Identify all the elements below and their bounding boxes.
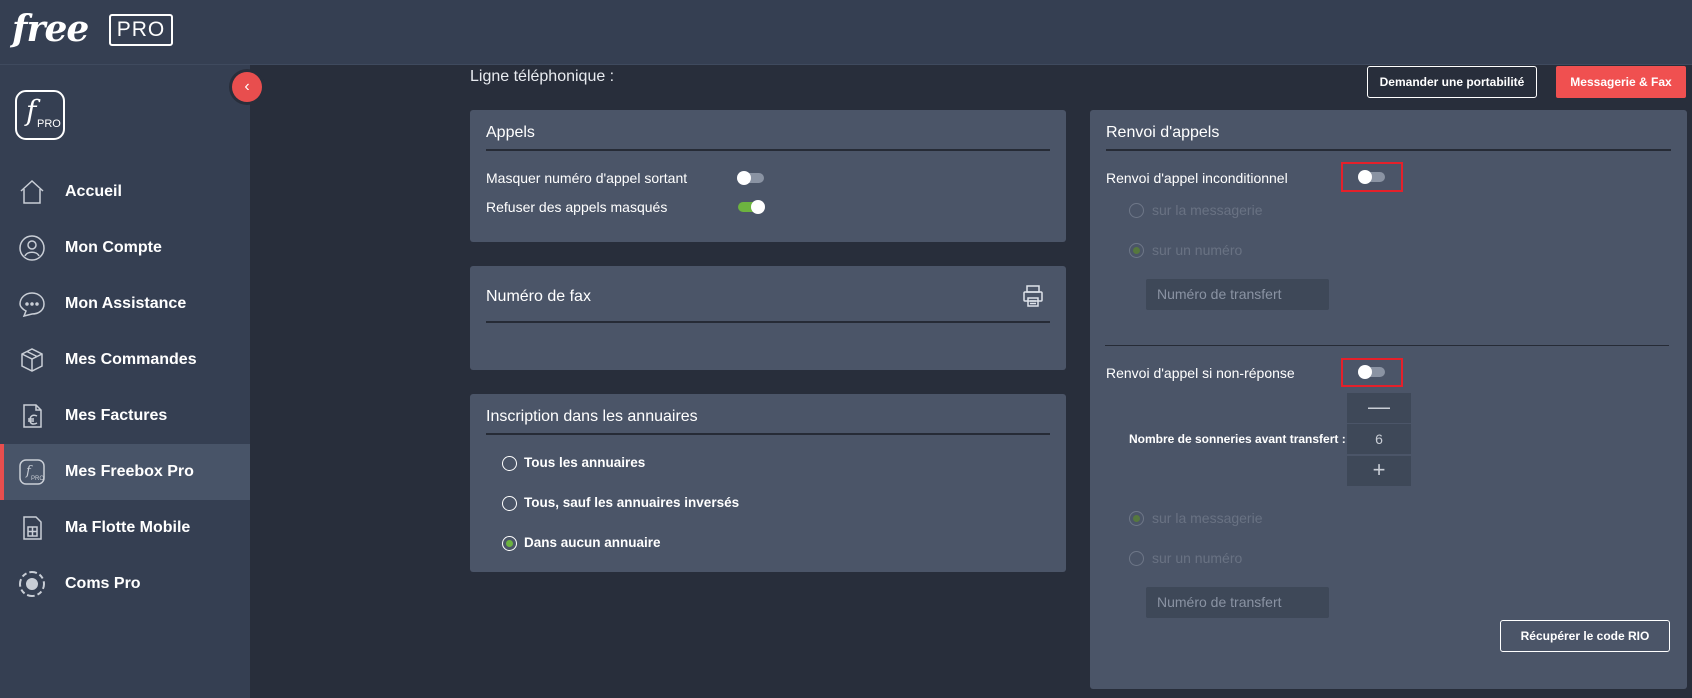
non-reponse-radio-numero[interactable] xyxy=(1129,551,1144,566)
toggle-knob xyxy=(737,171,751,185)
radio-label: sur un numéro xyxy=(1152,242,1243,258)
radio-label: sur la messagerie xyxy=(1152,510,1263,526)
sonneries-increment-button[interactable]: + xyxy=(1347,456,1411,486)
toggle-knob xyxy=(751,200,765,214)
inconditionnel-radio-messagerie[interactable] xyxy=(1129,203,1144,218)
free-logo[interactable]: free xyxy=(12,8,89,50)
inconditionnel-radio-numero[interactable] xyxy=(1129,243,1144,258)
sim-card-icon xyxy=(23,516,42,540)
card-divider xyxy=(1106,149,1671,151)
card-divider xyxy=(486,149,1050,151)
card-title: Inscription dans les annuaires xyxy=(486,408,698,425)
sidebar-item-label: Accueil xyxy=(65,183,122,200)
sidebar: f PRO Accueil Mon Compte Mon Assistance … xyxy=(0,65,250,698)
sonneries-label: Nombre de sonneries avant transfert : xyxy=(1129,432,1346,446)
sidebar-item-label: Mes Factures xyxy=(65,407,168,424)
freebox-pro-logo: f PRO xyxy=(15,90,65,140)
invoice-euro-icon xyxy=(23,404,42,428)
card-title: Appels xyxy=(486,124,535,141)
non-reponse-label: Renvoi d'appel si non-réponse xyxy=(1106,365,1295,381)
sidebar-item-mes-commandes[interactable]: Mes Commandes xyxy=(0,332,250,388)
toggle-knob xyxy=(1358,170,1372,184)
section-divider xyxy=(1105,345,1669,346)
radio-sauf-inverses[interactable] xyxy=(502,496,517,511)
sidebar-item-mon-assistance[interactable]: Mon Assistance xyxy=(0,276,250,332)
fax-card: Numéro de fax xyxy=(470,266,1066,370)
masquer-numero-label: Masquer numéro d'appel sortant xyxy=(486,170,688,186)
sidebar-item-label: Mon Compte xyxy=(65,239,162,256)
freebox-pro-icon: f PRO xyxy=(19,459,45,485)
toggle-knob xyxy=(1358,365,1372,379)
sidebar-item-label: Ma Flotte Mobile xyxy=(65,519,191,536)
card-divider xyxy=(486,321,1050,323)
recuperer-rio-button[interactable]: Récupérer le code RIO xyxy=(1500,620,1670,652)
logo-sub: PRO xyxy=(37,118,61,130)
inconditionnel-transfert-input[interactable]: Numéro de transfert xyxy=(1146,279,1329,310)
sidebar-item-mes-factures[interactable]: Mes Factures xyxy=(0,388,250,444)
printer-icon[interactable] xyxy=(1021,284,1045,308)
radio-label: Tous, sauf les annuaires inversés xyxy=(524,495,740,510)
pro-badge: PRO xyxy=(109,14,173,46)
annuaires-card: Inscription dans les annuaires Tous les … xyxy=(470,394,1066,572)
appels-card: Appels Masquer numéro d'appel sortant Re… xyxy=(470,110,1066,242)
sidebar-item-mon-compte[interactable]: Mon Compte xyxy=(0,220,250,276)
home-icon xyxy=(20,179,44,204)
radio-tous-annuaires[interactable] xyxy=(502,456,517,471)
refuser-masques-toggle[interactable] xyxy=(738,200,765,214)
inconditionnel-toggle[interactable] xyxy=(1358,170,1385,184)
sidebar-item-ma-flotte-mobile[interactable]: Ma Flotte Mobile xyxy=(0,500,250,556)
radio-aucun-annuaire[interactable] xyxy=(502,536,517,551)
plus-icon: + xyxy=(1372,457,1386,482)
minus-icon: — xyxy=(1368,394,1390,419)
radio-label: sur la messagerie xyxy=(1152,202,1263,218)
inconditionnel-label: Renvoi d'appel inconditionnel xyxy=(1106,170,1288,186)
sidebar-nav: Accueil Mon Compte Mon Assistance Mes Co… xyxy=(0,164,250,612)
sidebar-item-accueil[interactable]: Accueil xyxy=(0,164,250,220)
non-reponse-toggle[interactable] xyxy=(1358,365,1385,379)
svg-text:PRO: PRO xyxy=(31,476,44,482)
chevron-left-icon: ‹ xyxy=(244,78,250,95)
coms-pro-icon xyxy=(19,571,45,597)
sidebar-item-mes-freebox-pro[interactable]: f PRO Mes Freebox Pro xyxy=(0,444,250,500)
sidebar-item-label: Coms Pro xyxy=(65,575,141,592)
non-reponse-radio-messagerie[interactable] xyxy=(1129,511,1144,526)
sidebar-item-coms-pro[interactable]: Coms Pro xyxy=(0,556,250,612)
radio-label: Tous les annuaires xyxy=(524,455,646,470)
radio-label: Dans aucun annuaire xyxy=(524,535,661,550)
messagerie-fax-button[interactable]: Messagerie & Fax xyxy=(1556,66,1686,98)
sidebar-item-label: Mon Assistance xyxy=(65,295,187,312)
non-reponse-transfert-input[interactable]: Numéro de transfert xyxy=(1146,587,1329,618)
refuser-masques-label: Refuser des appels masqués xyxy=(486,199,668,215)
card-divider xyxy=(486,433,1050,435)
sidebar-item-label: Mes Freebox Pro xyxy=(65,463,194,480)
box-icon xyxy=(21,348,43,372)
masquer-numero-toggle[interactable] xyxy=(737,171,764,185)
card-title: Renvoi d'appels xyxy=(1106,124,1220,141)
sonneries-value[interactable]: 6 xyxy=(1347,424,1411,454)
sonneries-decrement-button[interactable]: — xyxy=(1347,393,1411,423)
portabilite-button[interactable]: Demander une portabilité xyxy=(1367,66,1537,98)
user-icon xyxy=(19,235,45,261)
logo-letter: f xyxy=(26,94,37,127)
sidebar-item-label: Mes Commandes xyxy=(65,351,197,368)
collapse-sidebar-button[interactable]: ‹ xyxy=(232,72,262,102)
radio-label: sur un numéro xyxy=(1152,550,1243,566)
chat-icon xyxy=(19,292,45,318)
card-title: Numéro de fax xyxy=(486,288,591,305)
top-bar: free PRO xyxy=(0,0,1692,65)
page-title: Ligne téléphonique : xyxy=(470,68,615,85)
